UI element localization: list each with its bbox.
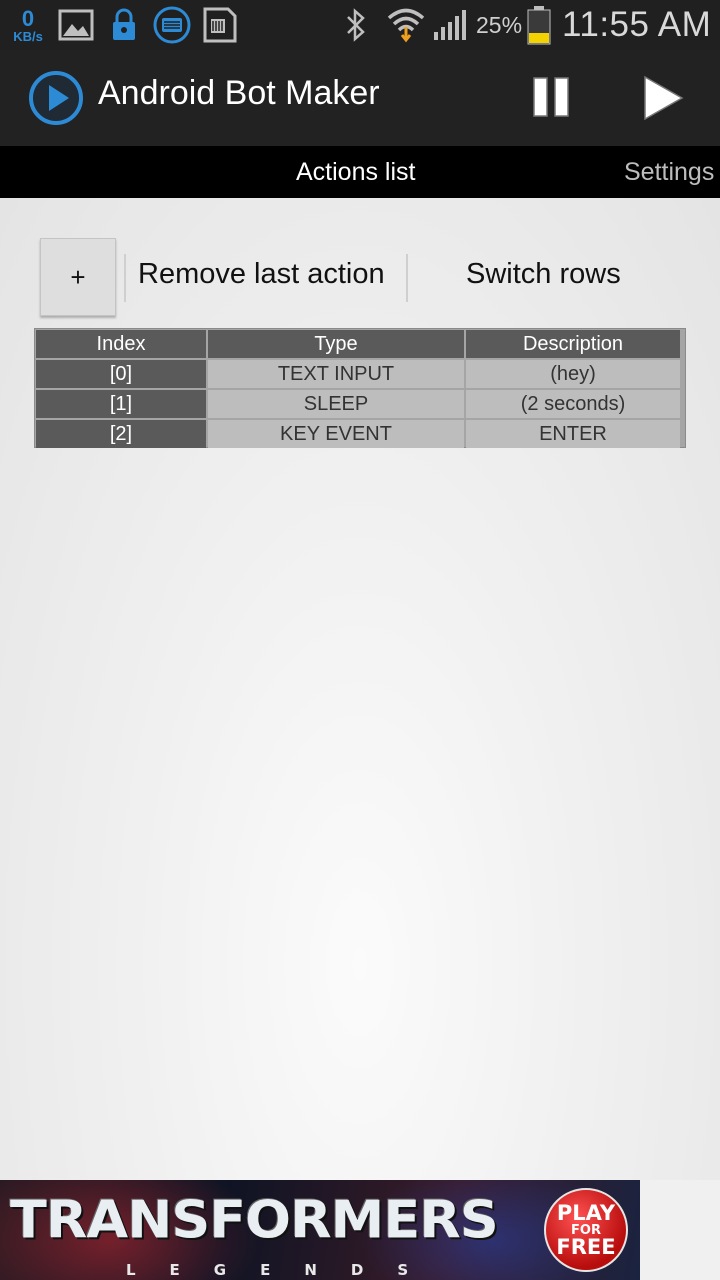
row-description: (2 seconds) xyxy=(466,390,680,418)
play-button[interactable] xyxy=(638,72,688,124)
tab-settings[interactable]: Settings xyxy=(624,146,714,198)
sync-icon xyxy=(152,0,192,50)
status-bar: 0 KB/s 25% 11:55 AM xyxy=(0,0,720,50)
clock: 11:55 AM xyxy=(562,5,712,44)
column-header-index: Index xyxy=(36,330,206,358)
badge-line: PLAY xyxy=(556,1200,616,1225)
row-description: ENTER xyxy=(466,420,680,448)
app-title: Android Bot Maker xyxy=(98,74,380,112)
wifi-icon xyxy=(386,0,426,50)
actions-table: Index Type Description [0] TEXT INPUT (h… xyxy=(34,328,686,448)
row-index: [0] xyxy=(36,360,206,388)
pause-button[interactable] xyxy=(528,74,576,122)
ad-banner[interactable]: TRANSFORMERS LEGENDS PLAY FOR FREE xyxy=(0,1180,640,1280)
action-bar: Android Bot Maker xyxy=(0,50,720,146)
battery-percent: 25% xyxy=(476,11,523,38)
column-header-description: Description xyxy=(466,330,680,358)
table-row[interactable]: [2] KEY EVENT ENTER xyxy=(35,419,685,449)
tab-actions-list[interactable]: Actions list xyxy=(296,146,415,198)
remove-last-action-button[interactable]: Remove last action xyxy=(138,258,385,291)
toolbar-divider xyxy=(124,254,126,302)
table-row[interactable]: [1] SLEEP (2 seconds) xyxy=(35,389,685,419)
pause-icon xyxy=(533,77,569,117)
table-header-row: Index Type Description xyxy=(35,329,685,359)
table-row[interactable]: [0] TEXT INPUT (hey) xyxy=(35,359,685,389)
net-speed-value: 0 xyxy=(21,5,35,31)
row-description: (hey) xyxy=(466,360,680,388)
lock-icon xyxy=(110,0,138,50)
row-index: [1] xyxy=(36,390,206,418)
row-type: SLEEP xyxy=(208,390,464,418)
row-index: [2] xyxy=(36,420,206,448)
net-speed-unit: KB/s xyxy=(13,28,43,44)
battery-icon xyxy=(526,0,552,50)
gallery-icon xyxy=(58,0,94,50)
column-header-type: Type xyxy=(208,330,464,358)
bluetooth-icon xyxy=(344,0,368,50)
play-icon xyxy=(644,75,684,121)
app-logo-icon xyxy=(28,70,84,126)
ad-title: TRANSFORMERS xyxy=(10,1190,499,1250)
sd-card-icon xyxy=(202,0,238,50)
ad-margin xyxy=(640,1180,720,1280)
tab-bar: Actions list Settings xyxy=(0,146,720,198)
switch-rows-button[interactable]: Switch rows xyxy=(466,258,621,291)
ad-subtitle: LEGENDS xyxy=(126,1261,443,1279)
row-type: TEXT INPUT xyxy=(208,360,464,388)
actions-panel: + Remove last action Switch rows Index T… xyxy=(0,198,720,1180)
ad-play-free-badge[interactable]: PLAY FOR FREE xyxy=(544,1188,628,1272)
toolbar-divider xyxy=(406,254,408,302)
row-type: KEY EVENT xyxy=(208,420,464,448)
badge-line: FREE xyxy=(556,1234,616,1259)
signal-strength-icon xyxy=(432,0,470,50)
add-action-button[interactable]: + xyxy=(40,238,116,316)
net-speed-indicator: 0 KB/s xyxy=(6,0,50,50)
